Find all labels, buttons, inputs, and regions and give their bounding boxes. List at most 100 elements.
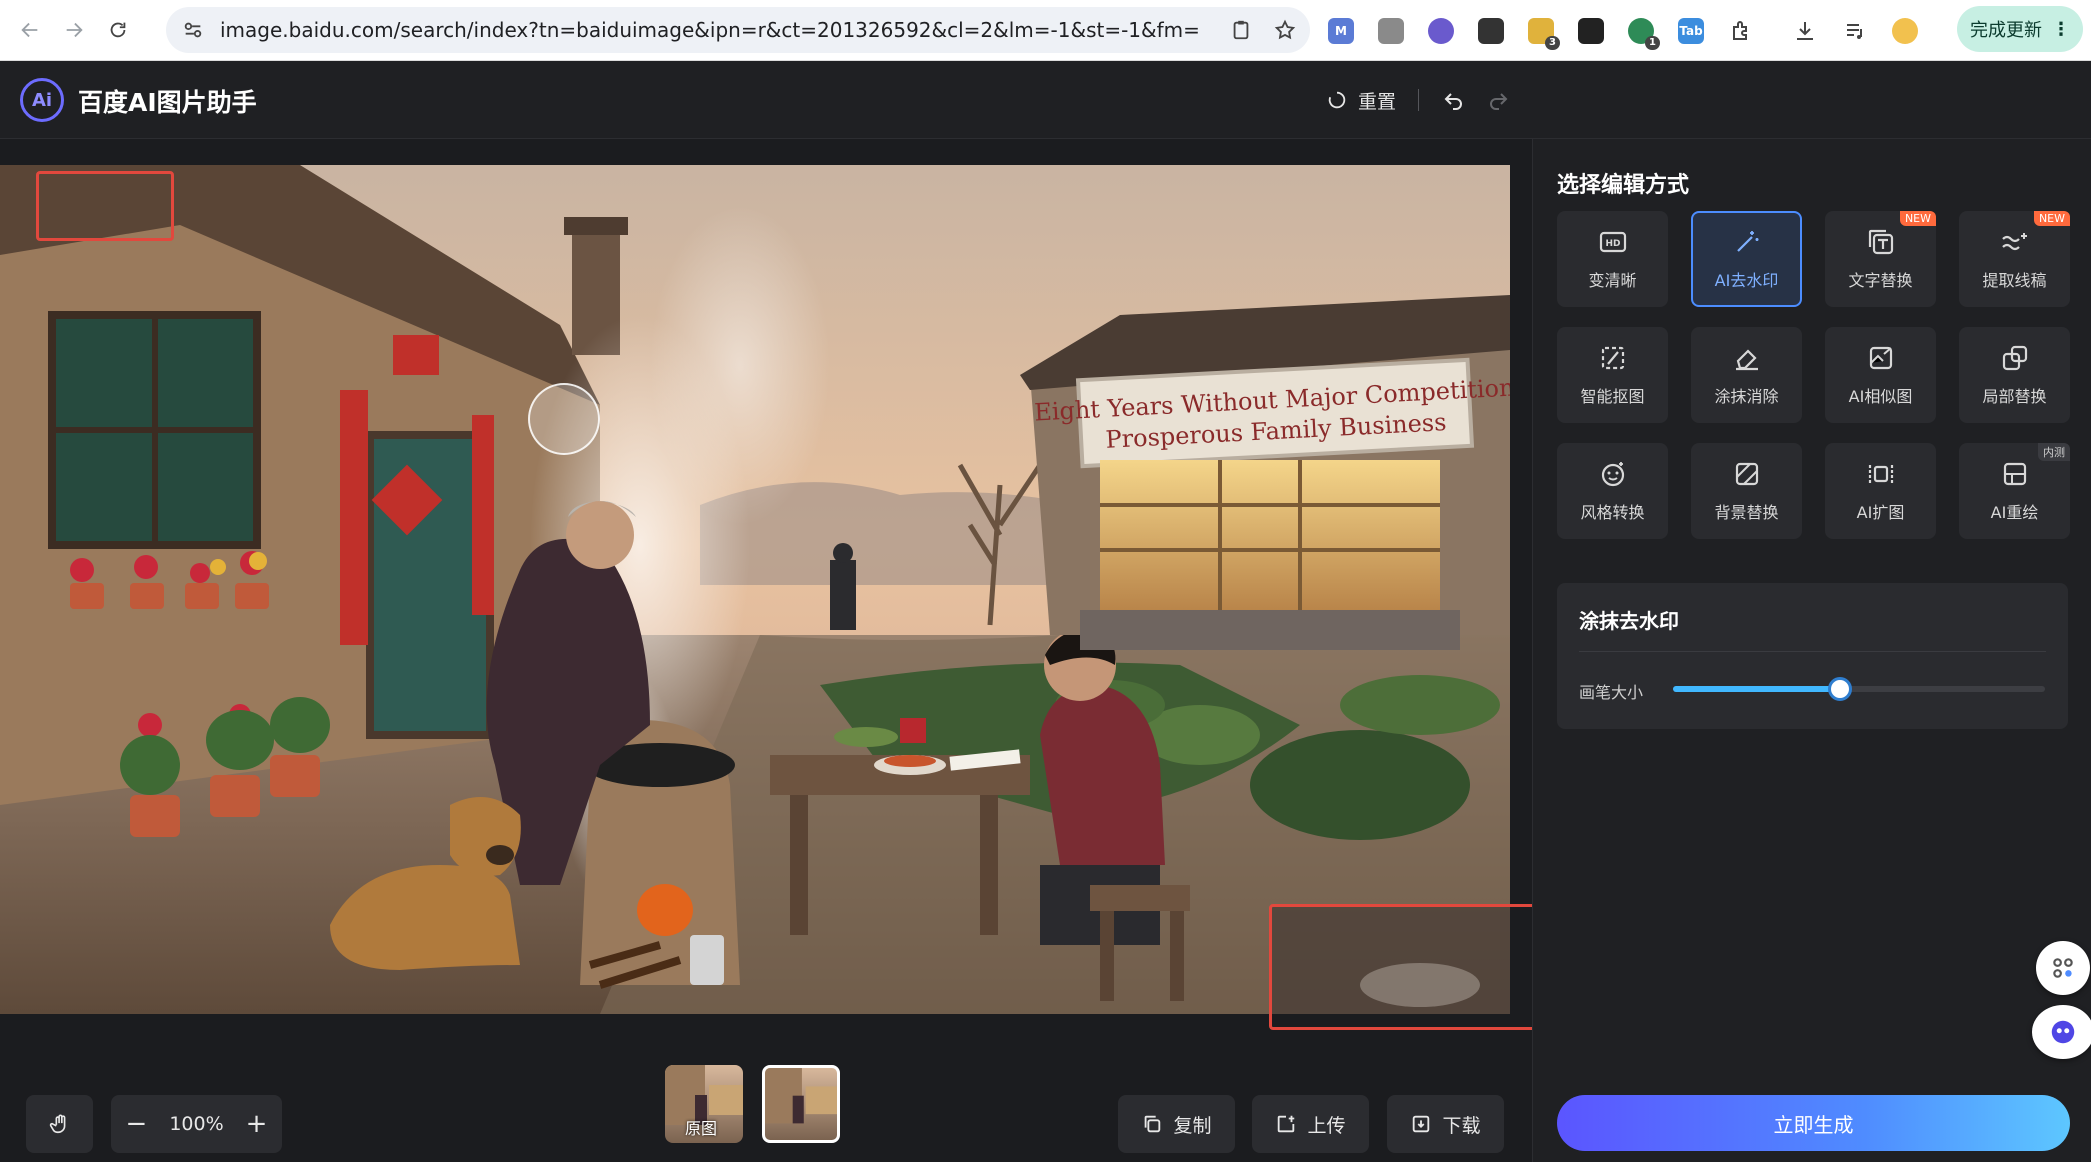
tool-enhance-label: 变清晰 bbox=[1588, 271, 1637, 290]
background-icon bbox=[1735, 462, 1758, 486]
url-text[interactable]: image.baidu.com/search/index?tn=baiduima… bbox=[220, 18, 1200, 42]
zoom-out-button[interactable]: − bbox=[126, 1109, 148, 1139]
zoom-level: 100% bbox=[169, 1113, 224, 1135]
extension-doc-icon[interactable] bbox=[1378, 17, 1404, 44]
brush-size-fill bbox=[1673, 686, 1841, 692]
beta-badge: 内测 bbox=[2038, 443, 2070, 461]
undo-icon bbox=[1444, 93, 1462, 110]
float-apps-button[interactable] bbox=[2036, 941, 2090, 995]
upload-image-icon bbox=[1278, 1115, 1295, 1133]
hd-icon: HD bbox=[1599, 231, 1626, 253]
tool-ai-similar[interactable]: AI相似图 bbox=[1825, 327, 1936, 423]
tool-erase-label: 涂抹消除 bbox=[1714, 387, 1779, 406]
download-icon[interactable] bbox=[1792, 18, 1818, 44]
redo-icon bbox=[1490, 93, 1508, 110]
site-settings-icon[interactable] bbox=[180, 17, 206, 43]
app-header: Ai 百度AI图片助手 重置 bbox=[0, 61, 2091, 139]
thumbnail-edited[interactable] bbox=[762, 1065, 840, 1143]
tool-smart-cutout-label: 智能抠图 bbox=[1580, 387, 1645, 406]
style-icon bbox=[1601, 462, 1624, 487]
tool-enhance[interactable]: HD 变清晰 bbox=[1557, 211, 1668, 307]
extension-key-icon[interactable]: 3 bbox=[1528, 17, 1560, 50]
similar-image-icon bbox=[1869, 346, 1892, 370]
copy-label: 复制 bbox=[1173, 1114, 1212, 1137]
upload-button[interactable]: 上传 bbox=[1252, 1095, 1369, 1153]
tool-partial-replace[interactable]: 局部替换 bbox=[1959, 327, 2070, 423]
clipboard-icon[interactable] bbox=[1230, 19, 1252, 41]
undo-button[interactable] bbox=[1441, 87, 1467, 113]
thumbnail-original[interactable]: 原图 bbox=[665, 1065, 743, 1143]
edited-photo[interactable]: Eight Years Without Major Competition Pr… bbox=[0, 165, 1510, 1014]
extension-tab-icon[interactable]: Tab bbox=[1678, 17, 1704, 44]
tool-ai-expand-label: AI扩图 bbox=[1856, 503, 1905, 522]
address-bar[interactable]: image.baidu.com/search/index?tn=baiduima… bbox=[166, 7, 1310, 53]
app-title: 百度AI图片助手 bbox=[78, 88, 257, 117]
extension-face-icon[interactable] bbox=[1428, 17, 1454, 44]
brush-cursor bbox=[528, 383, 600, 455]
update-label: 完成更新 bbox=[1970, 20, 2042, 41]
update-browser-button[interactable]: 完成更新 ⋮ bbox=[1957, 6, 2083, 52]
assistant-face-icon bbox=[2051, 1020, 2075, 1044]
extension-shield-icon[interactable]: 1 bbox=[1628, 17, 1660, 50]
extension-mask-icon[interactable] bbox=[1578, 17, 1604, 44]
copy-button[interactable]: 复制 bbox=[1118, 1095, 1235, 1153]
profile-avatar-icon[interactable] bbox=[1892, 17, 1918, 44]
svg-text:HD: HD bbox=[1605, 239, 1620, 249]
new-badge: NEW bbox=[2033, 211, 2070, 226]
tool-ai-remove-watermark-label: AI去水印 bbox=[1714, 271, 1779, 290]
extensions-puzzle-icon[interactable] bbox=[1728, 18, 1754, 44]
thumbnail-original-label: 原图 bbox=[685, 1119, 718, 1138]
brush-size-slider[interactable] bbox=[1673, 677, 2045, 701]
reload-button[interactable] bbox=[96, 8, 140, 52]
hand-icon bbox=[49, 1114, 65, 1134]
generate-button[interactable]: 立即生成 bbox=[1557, 1095, 2070, 1151]
brush-size-handle[interactable] bbox=[1828, 677, 1853, 701]
download-button[interactable]: 下载 bbox=[1387, 1095, 1504, 1153]
redo-button[interactable] bbox=[1485, 87, 1511, 113]
extension-m-icon[interactable]: M bbox=[1328, 17, 1354, 44]
pan-hand-button[interactable] bbox=[26, 1095, 93, 1153]
zoom-control: − 100% + bbox=[111, 1095, 282, 1153]
tool-style-transfer[interactable]: 风格转换 bbox=[1557, 443, 1668, 539]
tool-smart-cutout[interactable]: 智能抠图 bbox=[1557, 327, 1668, 423]
reload-icon bbox=[110, 22, 126, 38]
zoom-in-button[interactable]: + bbox=[246, 1109, 268, 1139]
tool-partial-replace-label: 局部替换 bbox=[1982, 387, 2047, 406]
float-assistant-button[interactable] bbox=[2032, 1005, 2091, 1059]
tool-bg-replace[interactable]: 背景替换 bbox=[1691, 443, 1802, 539]
tool-extract-lineart[interactable]: NEW 提取线稿 bbox=[1959, 211, 2070, 307]
extension-qr-icon[interactable] bbox=[1478, 17, 1504, 44]
header-divider bbox=[1418, 89, 1420, 111]
tool-extract-lineart-label: 提取线稿 bbox=[1982, 271, 2047, 290]
header-tools: 重置 bbox=[1326, 79, 1511, 121]
tool-ai-redraw-label: AI重绘 bbox=[1990, 503, 2039, 522]
brush-size-label: 画笔大小 bbox=[1579, 683, 1644, 702]
media-queue-icon[interactable] bbox=[1842, 18, 1868, 44]
tool-erase[interactable]: 涂抹消除 bbox=[1691, 327, 1802, 423]
reset-button[interactable]: 重置 bbox=[1326, 87, 1396, 114]
forward-button[interactable] bbox=[52, 8, 96, 52]
back-button[interactable] bbox=[8, 8, 52, 52]
copy-icon bbox=[1145, 1115, 1161, 1133]
more-menu-icon[interactable]: ⋮ bbox=[2052, 19, 2070, 40]
cutout-icon bbox=[1601, 346, 1624, 370]
tool-style-transfer-label: 风格转换 bbox=[1580, 503, 1645, 522]
tool-text-replace[interactable]: NEW 文字替换 bbox=[1825, 211, 1936, 307]
tool-ai-redraw[interactable]: 内测 AI重绘 bbox=[1959, 443, 2070, 539]
apps-grid-icon bbox=[2053, 958, 2073, 978]
new-badge: NEW bbox=[1899, 211, 1936, 226]
watermark-settings: 涂抹去水印 画笔大小 bbox=[1557, 583, 2068, 729]
tool-ai-expand[interactable]: AI扩图 bbox=[1825, 443, 1936, 539]
upload-label: 上传 bbox=[1307, 1114, 1346, 1137]
tool-bg-replace-label: 背景替换 bbox=[1714, 503, 1779, 522]
tool-ai-similar-label: AI相似图 bbox=[1848, 387, 1913, 406]
tool-grid: HD 变清晰 AI去水印 NEW 文字替换 NEW 提取线稿 智能抠图 涂抹消除… bbox=[1557, 211, 2070, 539]
reset-circle-icon bbox=[1328, 91, 1346, 109]
bookmark-star-icon[interactable] bbox=[1274, 19, 1296, 41]
tool-ai-remove-watermark[interactable]: AI去水印 bbox=[1691, 211, 1802, 307]
settings-title: 涂抹去水印 bbox=[1579, 609, 1679, 633]
selection-box-top-left[interactable] bbox=[36, 171, 174, 241]
browser-chrome: image.baidu.com/search/index?tn=baiduima… bbox=[0, 0, 2091, 61]
expand-icon bbox=[1868, 465, 1893, 483]
thumbnail-edited-image bbox=[765, 1068, 837, 1124]
